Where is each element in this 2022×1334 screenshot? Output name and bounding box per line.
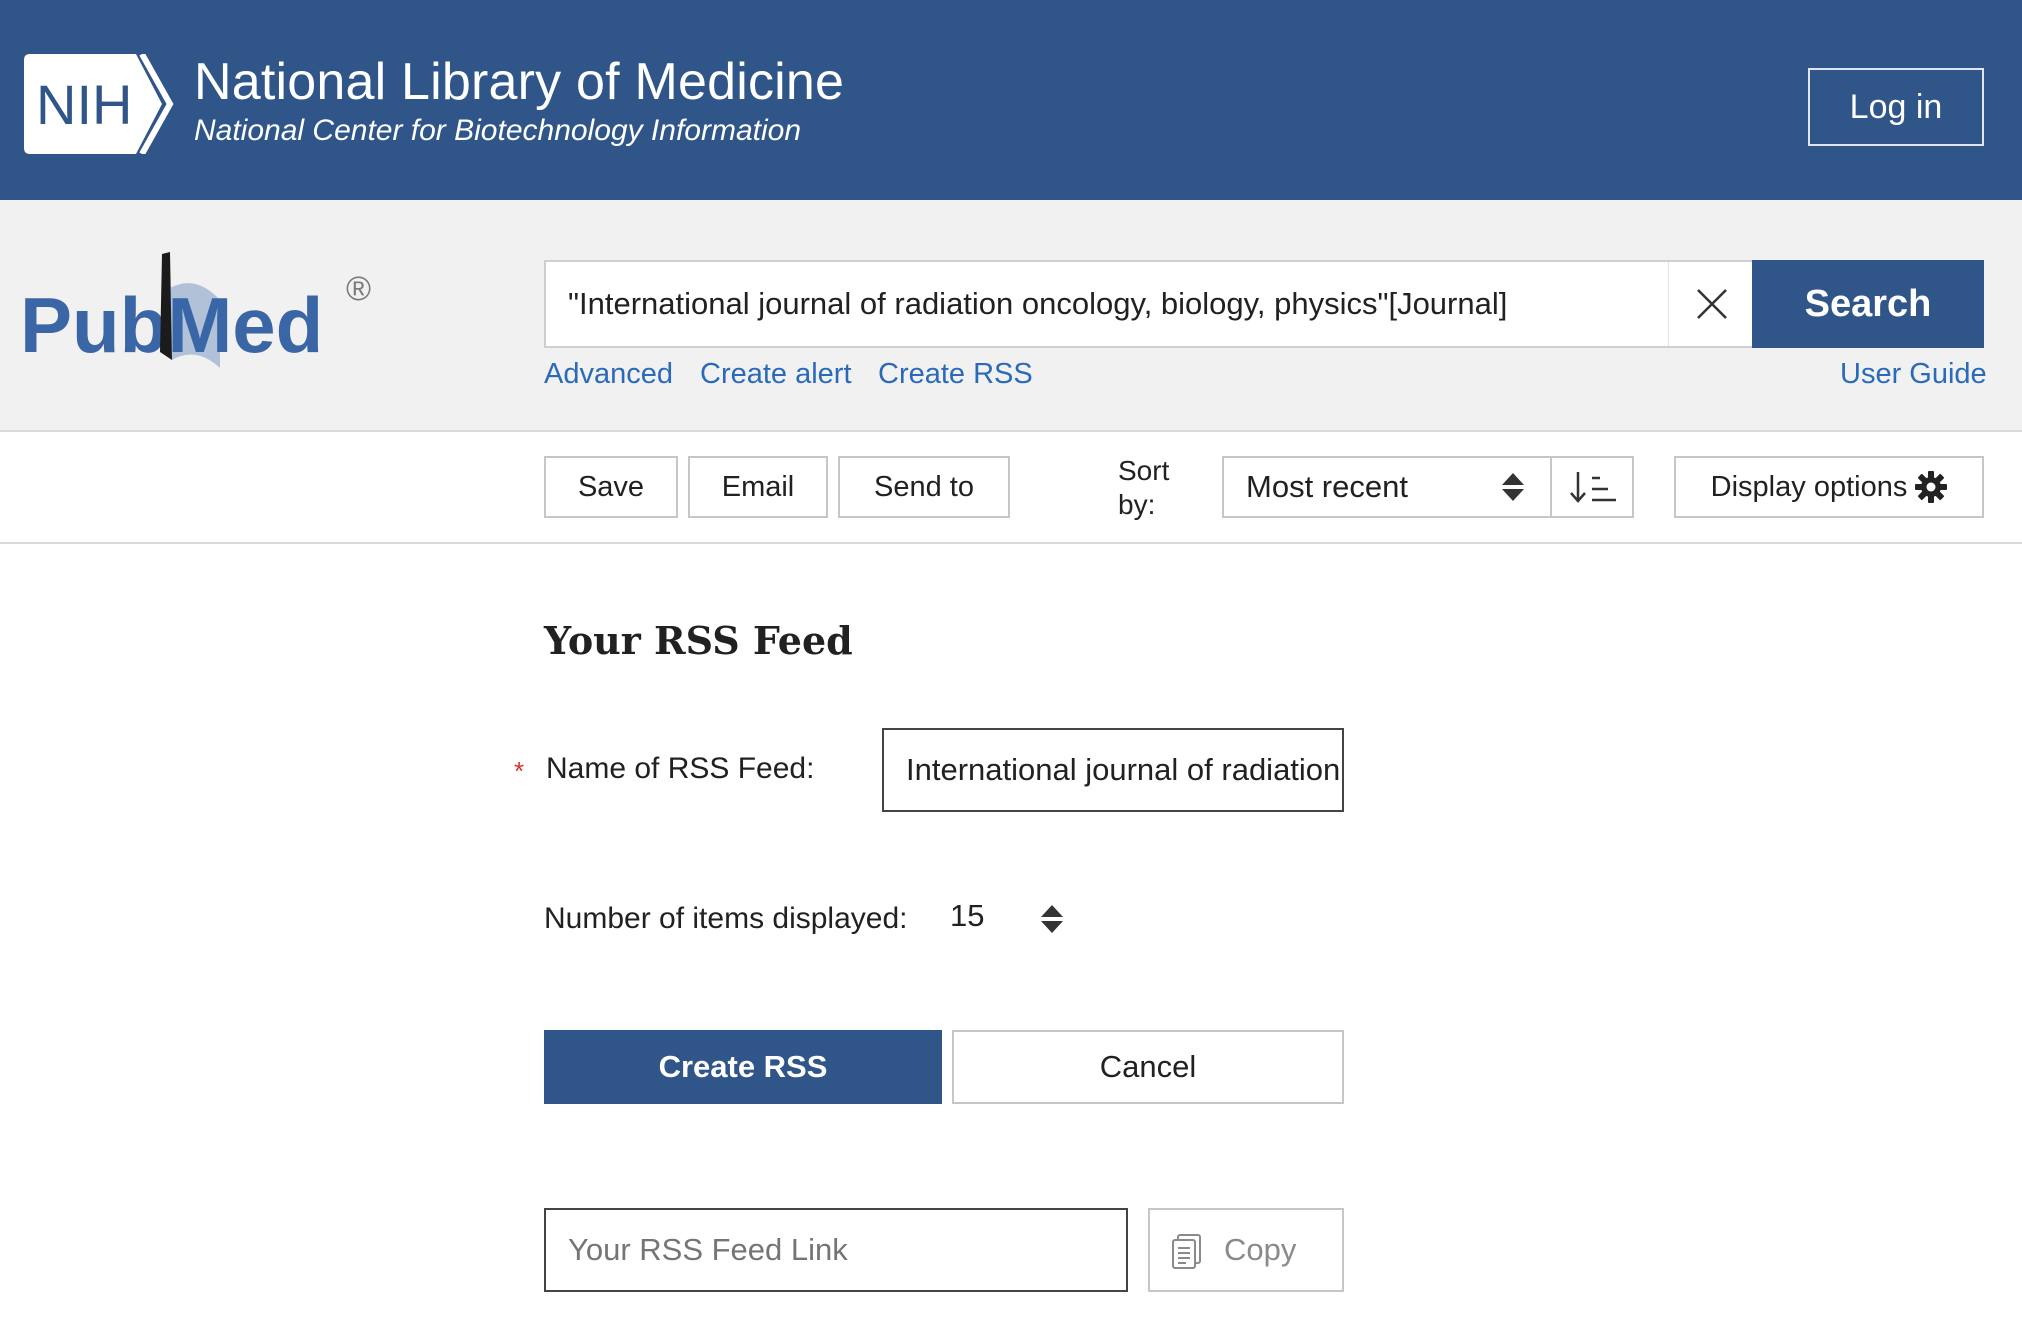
items-caret-icon[interactable] xyxy=(1040,904,1064,934)
close-icon xyxy=(1696,289,1727,319)
create-rss-link[interactable]: Create RSS xyxy=(878,358,1033,391)
sort-select[interactable]: Most recent xyxy=(1222,456,1634,518)
items-count-select[interactable]: 15 xyxy=(950,898,984,934)
sort-order-icon[interactable] xyxy=(1568,470,1618,504)
clear-search-button[interactable] xyxy=(1668,262,1754,346)
rss-feed-link-placeholder: Your RSS Feed Link xyxy=(568,1232,848,1267)
display-options-button[interactable]: Display options xyxy=(1674,456,1984,518)
search-query-text[interactable]: "International journal of radiation onco… xyxy=(568,262,1507,346)
rss-feed-link-input[interactable]: Your RSS Feed Link xyxy=(544,1208,1128,1292)
sort-by-label-line1: Sort xyxy=(1118,455,1170,486)
user-guide-link[interactable]: User Guide xyxy=(1840,358,1987,391)
sort-by-label-line2: by: xyxy=(1118,489,1156,520)
sort-select-divider xyxy=(1550,458,1552,516)
sort-select-value[interactable]: Most recent xyxy=(1246,458,1408,516)
sort-caret-icon xyxy=(1502,473,1524,501)
create-alert-link[interactable]: Create alert xyxy=(700,358,852,391)
search-button[interactable]: Search xyxy=(1752,260,1984,348)
rss-name-label: Name of RSS Feed: xyxy=(546,752,815,785)
nih-badge-text: NIH xyxy=(36,73,132,136)
display-options-label: Display options xyxy=(1710,470,1908,503)
copy-button[interactable]: Copy xyxy=(1148,1208,1344,1292)
sort-by-label: Sort by: xyxy=(1118,454,1169,522)
save-button[interactable]: Save xyxy=(544,456,678,518)
search-input[interactable]: "International journal of radiation onco… xyxy=(544,260,1754,348)
email-button[interactable]: Email xyxy=(688,456,828,518)
nih-subtitle: National Center for Biotechnology Inform… xyxy=(194,114,802,147)
cancel-button[interactable]: Cancel xyxy=(952,1030,1344,1104)
registered-mark: ® xyxy=(346,270,371,308)
rss-form-title: Your RSS Feed xyxy=(544,618,853,663)
gear-icon xyxy=(1915,471,1948,503)
nih-logo-icon[interactable]: NIH xyxy=(24,54,176,154)
login-button[interactable]: Log in xyxy=(1808,68,1984,146)
send-to-button[interactable]: Send to xyxy=(838,456,1010,518)
nih-header: NIH National Library of Medicine Nationa… xyxy=(0,0,2022,200)
items-count-label: Number of items displayed: xyxy=(544,902,908,935)
nih-title[interactable]: National Library of Medicine xyxy=(194,52,844,112)
copy-label: Copy xyxy=(1224,1232,1297,1267)
rss-name-value[interactable]: International journal of radiation oncol… xyxy=(906,730,1342,810)
create-rss-button[interactable]: Create RSS xyxy=(544,1030,942,1104)
copy-icon xyxy=(1172,1234,1201,1269)
advanced-link[interactable]: Advanced xyxy=(544,358,673,391)
rss-name-input[interactable]: International journal of radiation oncol… xyxy=(882,728,1344,812)
required-indicator: * xyxy=(514,756,525,786)
pubmed-logo[interactable]: PubMed ® xyxy=(20,248,390,380)
